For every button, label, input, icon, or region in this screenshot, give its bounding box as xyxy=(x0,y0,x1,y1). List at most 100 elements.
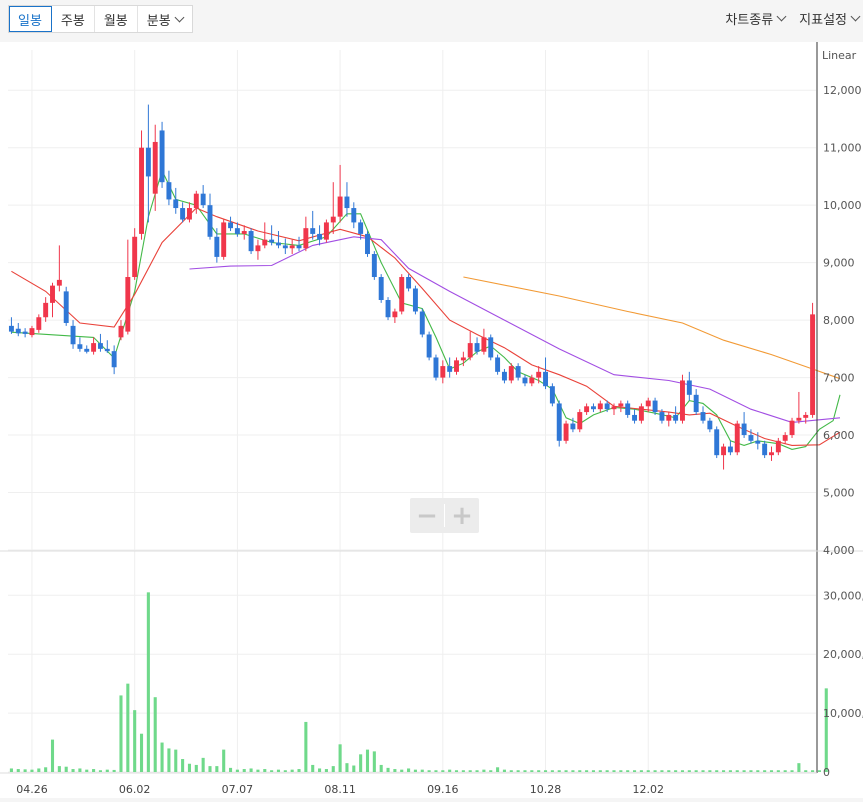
tab-daily[interactable]: 일봉 xyxy=(9,6,52,32)
candle xyxy=(91,337,97,355)
candle-body xyxy=(303,228,309,249)
volume-bar xyxy=(776,770,780,772)
candle xyxy=(556,400,562,447)
candle-body xyxy=(228,222,234,229)
volume-bar xyxy=(550,770,554,772)
volume-tick-label: 10,000,000 xyxy=(823,707,863,720)
volume-bar xyxy=(393,769,397,772)
toolbar-right: 차트종류 지표설정 xyxy=(725,9,861,28)
candle xyxy=(590,403,596,413)
candle-body xyxy=(365,233,370,255)
tab-minute[interactable]: 분봉 xyxy=(138,6,192,32)
candle xyxy=(351,202,357,229)
tab-monthly[interactable]: 월봉 xyxy=(95,6,138,32)
volume-bar xyxy=(708,770,712,772)
volume-bar xyxy=(756,770,760,772)
chart-type-dropdown[interactable]: 차트종류 xyxy=(725,9,787,28)
volume-bar xyxy=(338,744,342,772)
volume-bar xyxy=(674,770,678,772)
candle-body xyxy=(789,420,795,436)
candle xyxy=(426,331,432,361)
candle-body xyxy=(166,182,172,200)
volume-bar xyxy=(222,749,226,772)
date-tick-label: 07.07 xyxy=(222,783,254,796)
indicator-settings-dropdown[interactable]: 지표설정 xyxy=(799,9,861,28)
candle xyxy=(693,389,699,415)
period-tabs: 일봉 주봉 월봉 분봉 xyxy=(8,5,193,33)
candle-body xyxy=(56,279,62,286)
volume-bar xyxy=(126,683,130,772)
candle-body xyxy=(385,300,391,318)
candle xyxy=(111,345,117,375)
candle xyxy=(810,302,816,418)
ma60-line xyxy=(189,236,841,423)
volume-bar xyxy=(694,770,698,772)
candle-body xyxy=(193,193,199,209)
volume-bar xyxy=(85,769,89,772)
candle xyxy=(488,334,494,361)
candle-body xyxy=(97,343,103,349)
volume-bar xyxy=(64,766,68,772)
volume-bar xyxy=(591,770,595,772)
volume-bar xyxy=(105,769,109,772)
candle-body xyxy=(782,435,788,441)
candle xyxy=(29,325,35,338)
volume-bar xyxy=(400,769,404,772)
candle xyxy=(104,340,110,353)
volume-bar xyxy=(790,770,794,772)
volume-bar xyxy=(78,768,82,772)
candle-body xyxy=(200,193,206,206)
price-tick-label: 10,000 xyxy=(823,199,862,212)
volume-bar xyxy=(194,764,198,772)
candle-body xyxy=(741,423,747,436)
candle xyxy=(543,357,548,390)
indicator-settings-label: 지표설정 xyxy=(799,13,847,28)
candle xyxy=(769,446,774,461)
volume-bar xyxy=(263,769,267,772)
volume-bar xyxy=(331,766,335,772)
candle xyxy=(56,245,62,292)
price-tick-label: 7,000 xyxy=(823,372,855,385)
stock-chart[interactable]: Linear 12,000 11,000 10,000 9,000 8,000 7,000… xyxy=(0,42,863,798)
volume-bar xyxy=(215,766,219,772)
volume-bar xyxy=(235,769,239,772)
price-tick-label: 6,000 xyxy=(823,429,855,442)
candle xyxy=(399,274,405,315)
chart-area[interactable]: Linear 12,000 11,000 10,000 9,000 8,000 7,000… xyxy=(0,42,863,798)
candle-body xyxy=(625,403,631,415)
candle-body xyxy=(36,317,42,330)
candle xyxy=(173,187,179,214)
date-tick-label: 04.26 xyxy=(16,783,48,796)
volume-bar xyxy=(270,770,274,772)
candle xyxy=(330,182,336,234)
candle-body xyxy=(638,406,644,421)
volume-bar xyxy=(578,770,582,772)
candle-body xyxy=(276,242,281,246)
candle xyxy=(721,443,727,470)
candle xyxy=(508,363,514,384)
candle-body xyxy=(43,302,49,318)
candle-body xyxy=(337,196,343,217)
zoom-out-button[interactable]: − xyxy=(410,498,444,533)
candle-body xyxy=(748,435,754,441)
chart-type-label: 차트종류 xyxy=(725,13,774,28)
candle-body xyxy=(481,337,487,352)
volume-bar xyxy=(160,742,164,772)
candle xyxy=(310,210,316,240)
candle-body xyxy=(15,328,21,334)
candle-body xyxy=(584,406,590,413)
candle-body xyxy=(173,199,179,209)
candle-body xyxy=(8,325,14,332)
candle-body xyxy=(700,412,706,421)
candle-body xyxy=(282,245,288,249)
candle-body xyxy=(686,380,692,395)
candle-body xyxy=(330,216,336,223)
candle-body xyxy=(645,400,651,407)
candle-body xyxy=(604,403,610,410)
candle-body xyxy=(139,147,144,234)
candle-body xyxy=(371,254,377,278)
tab-weekly[interactable]: 주봉 xyxy=(52,6,95,32)
candle xyxy=(36,314,42,333)
zoom-in-button[interactable]: + xyxy=(445,498,479,533)
candle-body xyxy=(762,443,768,456)
